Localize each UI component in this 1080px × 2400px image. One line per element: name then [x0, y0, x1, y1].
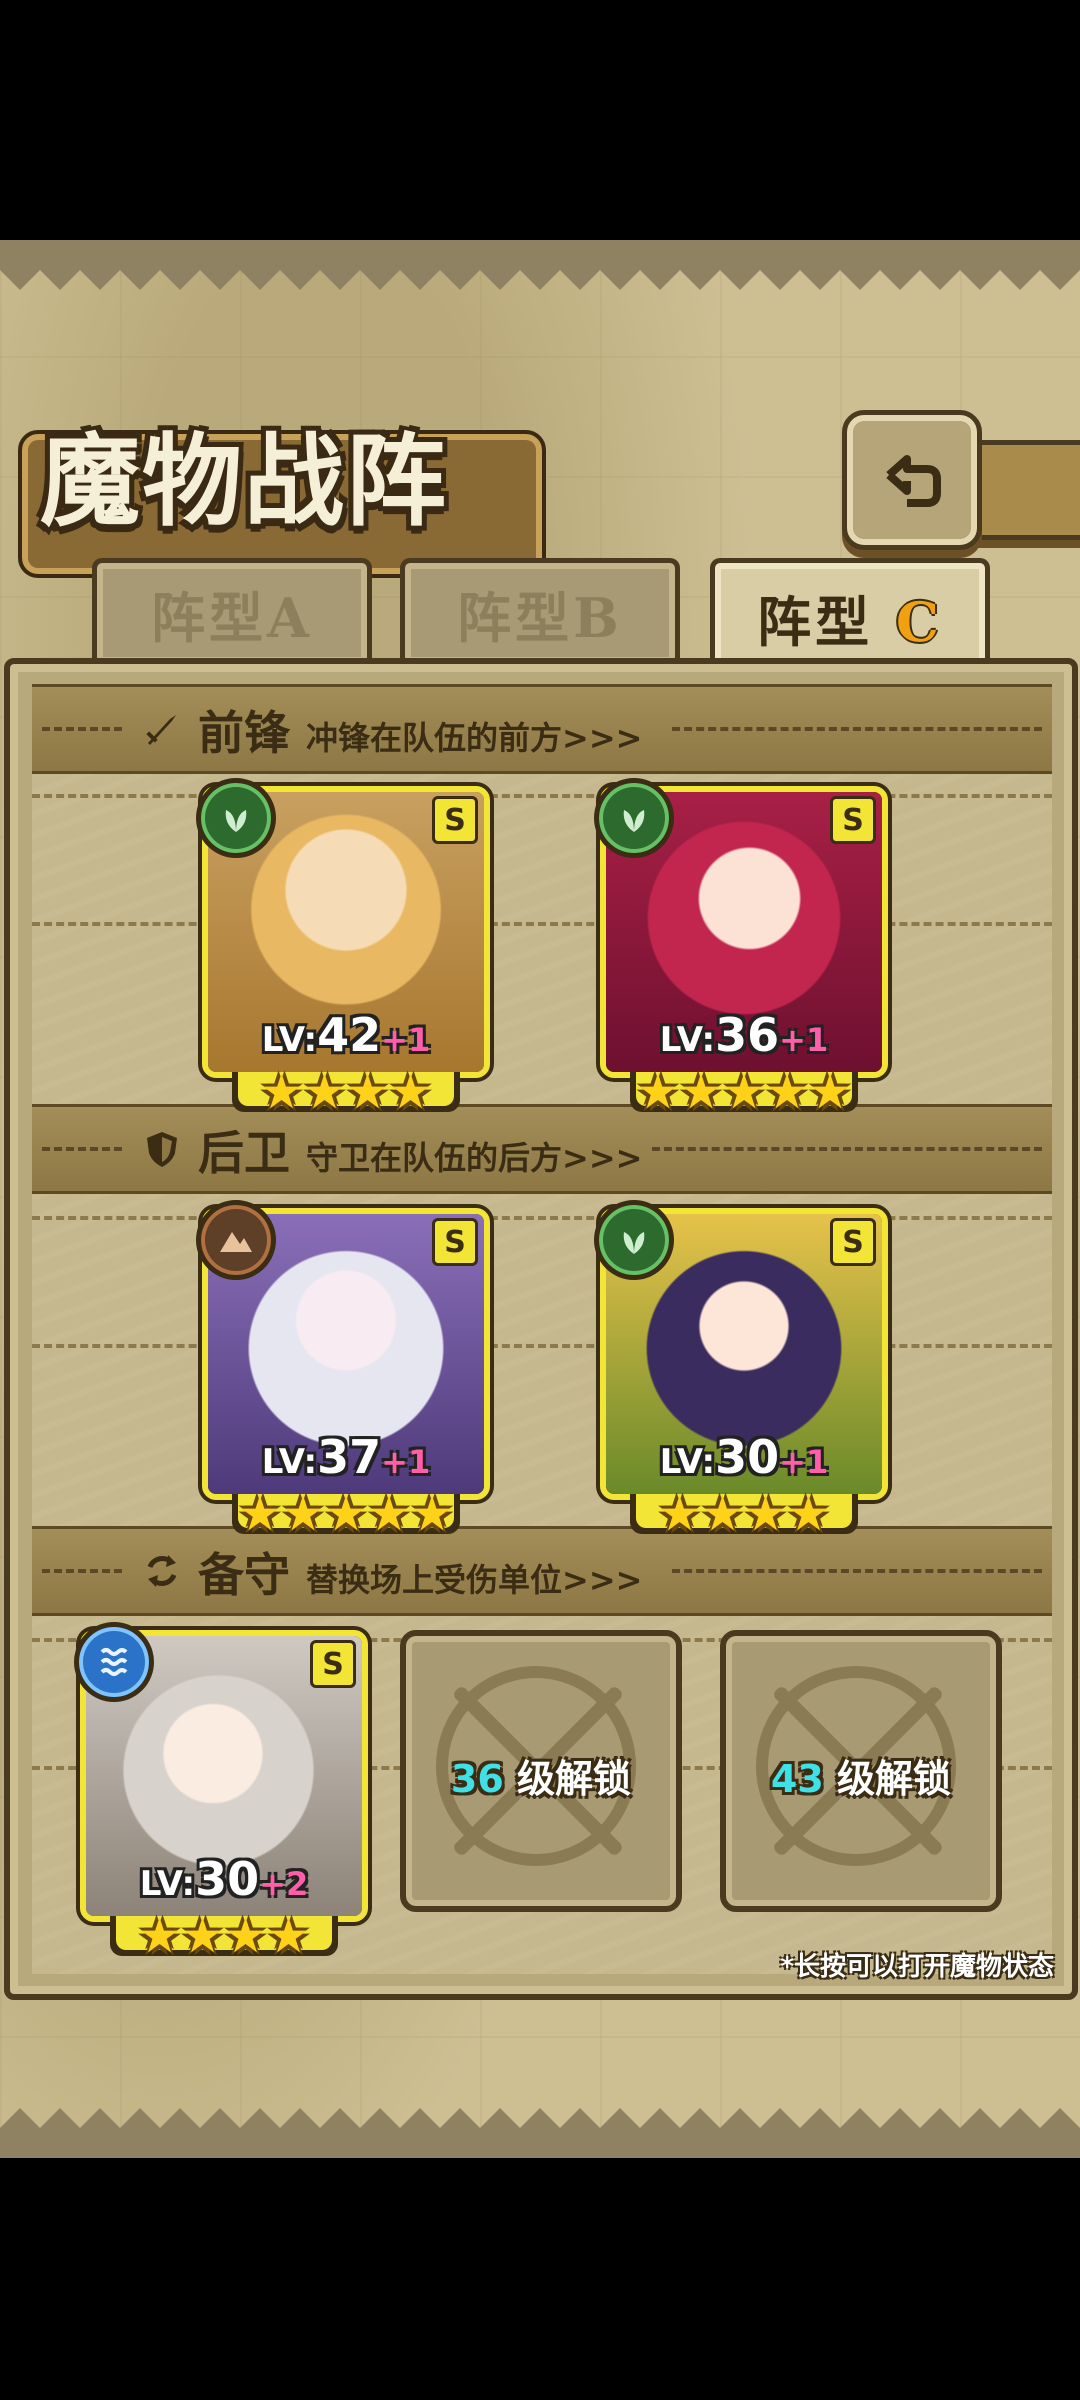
star-rating: ★★★★★ — [636, 1064, 852, 1120]
return-arrow-icon — [886, 455, 941, 507]
unit-card-front-2[interactable]: S LV:36+1 ★★★★★ — [594, 778, 888, 1116]
tab-formation-a[interactable]: 阵型A — [92, 558, 372, 663]
nature-element-icon — [594, 1200, 674, 1280]
tab-label: 阵型B — [457, 585, 623, 650]
rank-badge: S — [830, 796, 876, 844]
water-element-icon — [74, 1622, 154, 1702]
earth-element-icon — [196, 1200, 276, 1280]
unit-level: LV:36+1 — [659, 1008, 829, 1062]
zigzag-top-border — [0, 240, 1080, 290]
section-reserve-title: 备守 — [198, 1548, 290, 1602]
star-rating: ★★★★ — [657, 1486, 831, 1542]
tab-label: 阵型 C — [757, 589, 943, 654]
unit-card-rear-1[interactable]: S LV:37+1 ★★★★★ — [196, 1200, 490, 1538]
section-rear-header: 后卫 守卫在队伍的后方>>> — [32, 1104, 1052, 1194]
section-reserve-desc: 替换场上受伤单位>>> — [306, 1561, 643, 1599]
unit-level: LV:42+1 — [261, 1008, 431, 1062]
section-front-title: 前锋 — [198, 706, 290, 760]
zigzag-bottom-border — [0, 2108, 1080, 2158]
swap-icon — [147, 1555, 177, 1587]
game-screen: 魔物战阵 阵型A 阵型B 阵型 C 前锋 冲锋在队伍的前方>>> 后卫 守卫在队… — [0, 240, 1080, 2158]
long-press-hint: *长按可以打开魔物状态 — [780, 1952, 1054, 1982]
section-front-header: 前锋 冲锋在队伍的前方>>> — [32, 684, 1052, 774]
unlock-requirement: 36 级解锁 — [450, 1757, 632, 1801]
section-rear-desc: 守卫在队伍的后方>>> — [306, 1139, 643, 1177]
unit-card-rear-2[interactable]: S LV:30+1 ★★★★ — [594, 1200, 888, 1538]
tab-label: 阵型A — [151, 585, 313, 650]
star-rating: ★★★★★ — [238, 1486, 454, 1542]
page-title: 魔物战阵 — [40, 422, 448, 540]
rank-badge: S — [830, 1218, 876, 1266]
star-rating: ★★★★ — [259, 1064, 433, 1120]
section-front-desc: 冲锋在队伍的前方>>> — [306, 719, 643, 757]
unit-level: LV:30+2 — [139, 1852, 309, 1906]
tab-formation-c[interactable]: 阵型 C — [710, 558, 990, 671]
rank-badge: S — [432, 1218, 478, 1266]
section-reserve-header: 备守 替换场上受伤单位>>> — [32, 1526, 1052, 1616]
locked-slot-2[interactable]: 43 级解锁 — [720, 1630, 1002, 1912]
rank-badge: S — [310, 1640, 356, 1688]
section-rear-title: 后卫 — [198, 1126, 290, 1180]
star-rating: ★★★★ — [137, 1908, 311, 1964]
unit-card-reserve-1[interactable]: S LV:30+2 ★★★★ — [74, 1622, 368, 1960]
back-button[interactable] — [842, 410, 982, 550]
shield-icon — [147, 1132, 177, 1167]
sword-icon — [146, 715, 176, 745]
rank-badge: S — [432, 796, 478, 844]
nature-element-icon — [196, 778, 276, 858]
nature-element-icon — [594, 778, 674, 858]
locked-slot-1[interactable]: 36 级解锁 — [400, 1630, 682, 1912]
unit-level: LV:30+1 — [659, 1430, 829, 1484]
unit-level: LV:37+1 — [261, 1430, 431, 1484]
unit-card-front-1[interactable]: S LV:42+1 ★★★★ — [196, 778, 490, 1116]
tab-formation-b[interactable]: 阵型B — [400, 558, 680, 663]
unlock-requirement: 43 级解锁 — [770, 1757, 952, 1801]
